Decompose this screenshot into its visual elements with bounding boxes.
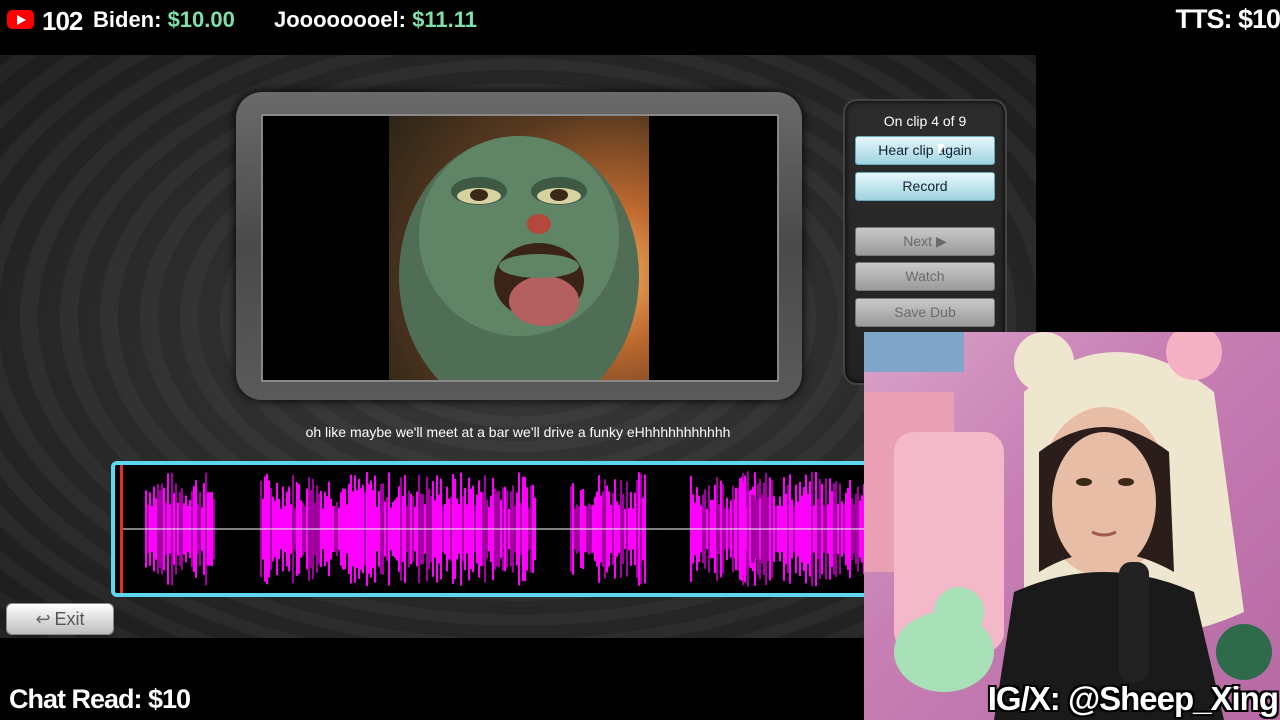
exit-button[interactable]: ↩ Exit	[6, 603, 114, 635]
tts-price: TTS: $10	[1175, 4, 1280, 34]
exit-label: Exit	[54, 609, 85, 629]
donor-amount: $11.11	[412, 7, 477, 32]
webcam-feed	[864, 332, 1280, 720]
clip-progress-label: On clip 4 of 9	[883, 113, 967, 129]
donor-entry: Biden: $10.00	[93, 7, 235, 33]
donor-amount: $10.00	[167, 7, 235, 32]
return-arrow-icon: ↩	[35, 609, 51, 629]
audio-waveform[interactable]	[111, 461, 879, 597]
next-button[interactable]: Next ▶	[855, 227, 995, 256]
save-dub-button[interactable]: Save Dub	[855, 298, 995, 327]
chat-read-price: Chat Read: $10	[9, 684, 191, 714]
record-button[interactable]: Record	[855, 172, 995, 201]
clip-video-frame	[389, 116, 649, 380]
hear-clip-again-button[interactable]: Hear clip again	[855, 136, 995, 165]
donor-name: Joooooooel:	[274, 7, 413, 32]
donor-entry: Joooooooel: $11.11	[274, 7, 477, 33]
watch-button[interactable]: Watch	[855, 262, 995, 291]
tv-frame	[236, 92, 802, 400]
mouse-cursor-icon	[938, 144, 945, 156]
stream-top-bar: 102 Biden: $10.00 Joooooooel: $11.11 TTS…	[0, 0, 1280, 55]
youtube-icon	[7, 10, 34, 29]
social-handle: IG/X: @Sheep_Xing	[987, 680, 1279, 717]
clip-screen	[261, 114, 779, 382]
viewer-count: 102	[42, 6, 83, 36]
donor-name: Biden:	[93, 7, 168, 32]
